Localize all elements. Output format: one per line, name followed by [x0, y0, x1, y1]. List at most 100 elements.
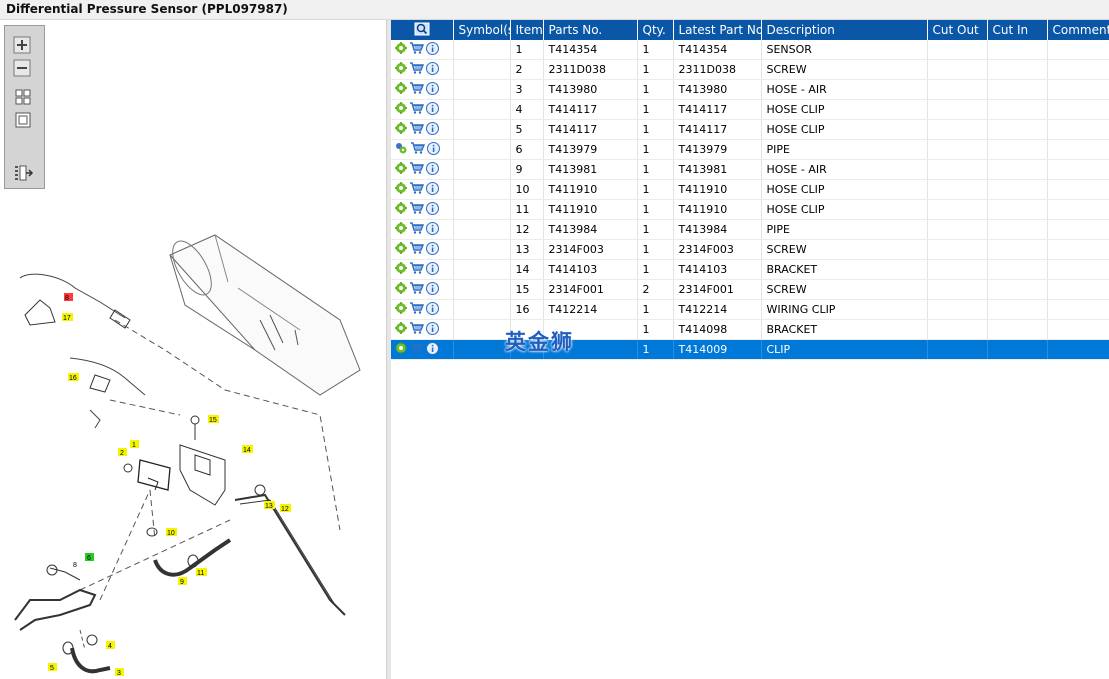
table-row[interactable]: 1 T414009 CLIP — [391, 339, 1109, 360]
col-qty[interactable]: Qty. — [637, 20, 674, 40]
col-actions[interactable] — [391, 20, 454, 40]
info-icon[interactable] — [426, 221, 439, 238]
gear-icon[interactable] — [395, 322, 407, 337]
parts-list-icon[interactable] — [12, 164, 34, 182]
gear-icon[interactable] — [395, 122, 407, 137]
title-bar: Differential Pressure Sensor (PPL097987) — [0, 0, 1109, 20]
cell-cut-in — [987, 279, 1048, 300]
info-icon[interactable] — [426, 201, 439, 218]
info-icon[interactable] — [426, 61, 439, 78]
col-description[interactable]: Description — [761, 20, 928, 40]
table-row[interactable]: 3 T413980 1 T413980 HOSE - AIR — [391, 79, 1109, 100]
parts-grid[interactable]: Symbol(s) Item Parts No. Qty. Latest Par… — [391, 20, 1109, 679]
cell-latest-part-no: 2314F001 — [673, 279, 762, 300]
cart-icon[interactable] — [409, 182, 425, 197]
table-row[interactable]: 9 T413981 1 T413981 HOSE - AIR — [391, 159, 1109, 180]
col-symbols[interactable]: Symbol(s) — [453, 20, 511, 40]
info-icon[interactable] — [426, 301, 439, 318]
zoom-out-icon[interactable] — [12, 59, 34, 77]
col-cut-out[interactable]: Cut Out — [927, 20, 988, 40]
info-icon[interactable] — [426, 261, 439, 278]
cell-qty: 1 — [637, 319, 674, 340]
info-icon[interactable] — [426, 101, 439, 118]
cell-description: WIRING CLIP — [761, 299, 928, 320]
cart-icon[interactable] — [409, 122, 425, 137]
row-actions — [391, 259, 454, 280]
info-icon[interactable] — [426, 81, 439, 98]
cart-icon[interactable] — [409, 62, 425, 77]
cell-symbols — [453, 179, 511, 200]
gear-icon[interactable] — [395, 302, 407, 317]
cell-comment — [1047, 219, 1109, 240]
table-row[interactable]: 16 T412214 1 T412214 WIRING CLIP — [391, 299, 1109, 320]
gear-icon[interactable] — [395, 242, 407, 257]
info-icon[interactable] — [426, 181, 439, 198]
exploded-parts-diagram: 8 17 16 15 14 2 1 13 12 10 11 9 8 6 4 5 … — [14, 234, 361, 677]
search-icon[interactable] — [414, 22, 430, 36]
gear-icon[interactable] — [395, 282, 407, 297]
col-comment[interactable]: Comment — [1047, 20, 1109, 40]
fit-all-icon[interactable] — [12, 88, 34, 106]
gear-icon[interactable] — [395, 102, 407, 117]
gear-icon[interactable] — [395, 342, 407, 357]
table-row[interactable]: 12 T413984 1 T413984 PIPE — [391, 219, 1109, 240]
table-row[interactable]: 11 T411910 1 T411910 HOSE CLIP — [391, 199, 1109, 220]
cart-icon[interactable] — [409, 42, 425, 57]
cell-qty: 1 — [637, 259, 674, 280]
actual-size-icon[interactable] — [12, 111, 34, 129]
cart-icon[interactable] — [409, 82, 425, 97]
cart-icon[interactable] — [409, 322, 425, 337]
cart-icon[interactable] — [410, 142, 426, 157]
gear-icon[interactable] — [395, 62, 407, 77]
cart-icon[interactable] — [409, 222, 425, 237]
col-parts-no[interactable]: Parts No. — [543, 20, 638, 40]
table-row[interactable]: 6 T413979 1 T413979 PIPE — [391, 139, 1109, 160]
gear-icon[interactable] — [395, 82, 407, 97]
multi-gear-icon[interactable] — [395, 142, 408, 157]
table-row[interactable]: 2 2311D038 1 2311D038 SCREW — [391, 59, 1109, 80]
callout-17: 17 — [63, 315, 71, 322]
info-icon[interactable] — [426, 321, 439, 338]
row-actions — [391, 159, 454, 180]
table-row[interactable]: 1 T414354 1 T414354 SENSOR — [391, 40, 1109, 60]
gear-icon[interactable] — [395, 42, 407, 57]
col-item[interactable]: Item — [510, 20, 544, 40]
gear-icon[interactable] — [395, 162, 407, 177]
cart-icon[interactable] — [409, 282, 425, 297]
diagram-pane[interactable]: 8 17 16 15 14 2 1 13 12 10 11 9 8 6 4 5 … — [0, 20, 386, 679]
table-row[interactable]: 15 2314F001 2 2314F001 SCREW — [391, 279, 1109, 300]
info-icon[interactable] — [426, 161, 439, 178]
callout-9: 9 — [180, 579, 184, 586]
row-actions — [391, 99, 454, 120]
table-row[interactable]: 14 T414103 1 T414103 BRACKET — [391, 259, 1109, 280]
cart-icon[interactable] — [409, 342, 425, 357]
cart-icon[interactable] — [409, 202, 425, 217]
table-row[interactable]: 13 2314F003 1 2314F003 SCREW — [391, 239, 1109, 260]
info-icon[interactable] — [427, 141, 440, 158]
info-icon[interactable] — [426, 281, 439, 298]
table-row[interactable]: 10 T411910 1 T411910 HOSE CLIP — [391, 179, 1109, 200]
col-cut-in[interactable]: Cut In — [987, 20, 1048, 40]
zoom-in-icon[interactable] — [12, 36, 34, 54]
cart-icon[interactable] — [409, 302, 425, 317]
info-icon[interactable] — [426, 241, 439, 258]
gear-icon[interactable] — [395, 202, 407, 217]
info-icon[interactable] — [426, 121, 439, 138]
cart-icon[interactable] — [409, 162, 425, 177]
gear-icon[interactable] — [395, 222, 407, 237]
row-actions — [391, 319, 454, 340]
cart-icon[interactable] — [409, 102, 425, 117]
col-latest-part-no[interactable]: Latest Part No. — [673, 20, 762, 40]
table-row[interactable]: 5 T414117 1 T414117 HOSE CLIP — [391, 119, 1109, 140]
gear-icon[interactable] — [395, 262, 407, 277]
gear-icon[interactable] — [395, 182, 407, 197]
cell-item: 12 — [510, 219, 544, 240]
table-row[interactable]: 4 T414117 1 T414117 HOSE CLIP — [391, 99, 1109, 120]
info-icon[interactable] — [426, 341, 439, 358]
cart-icon[interactable] — [409, 242, 425, 257]
callout-15: 15 — [209, 417, 217, 424]
cart-icon[interactable] — [409, 262, 425, 277]
cell-qty: 1 — [637, 219, 674, 240]
info-icon[interactable] — [426, 41, 439, 58]
table-row[interactable]: 1 T414098 BRACKET — [391, 319, 1109, 340]
